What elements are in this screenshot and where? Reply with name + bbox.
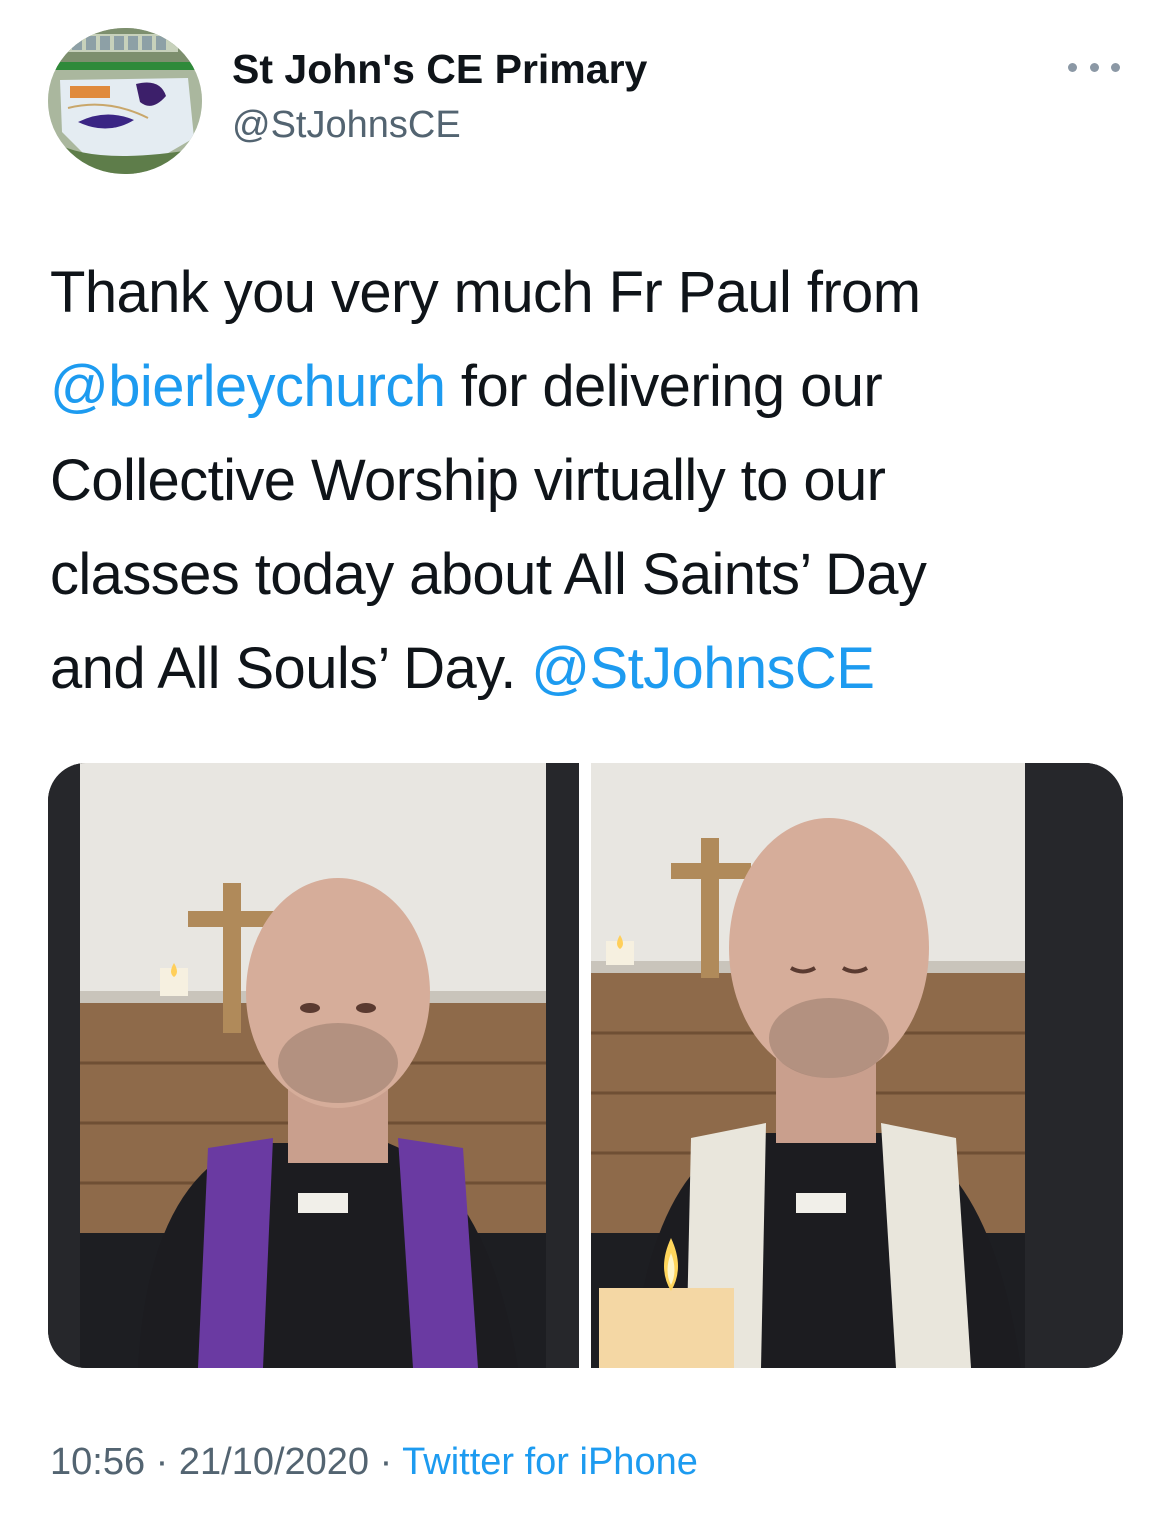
photo-priest-purple-stole[interactable] bbox=[48, 763, 579, 1368]
tweet-source-link[interactable]: Twitter for iPhone bbox=[402, 1441, 698, 1483]
media-grid bbox=[48, 763, 1123, 1368]
tweet-text-line: Collective Worship virtually to our bbox=[50, 448, 886, 513]
author-display-name[interactable]: St John's CE Primary bbox=[232, 46, 647, 93]
author-handle[interactable]: @StJohnsCE bbox=[232, 104, 461, 147]
tweet-text-line: classes today about All Saints’ Day bbox=[50, 542, 927, 607]
tweet-time[interactable]: 10:56 bbox=[50, 1441, 145, 1483]
photo-image bbox=[48, 763, 579, 1368]
tweet-text: Thank you very much Fr Paul from @bierle… bbox=[50, 246, 1130, 716]
meta-separator: · bbox=[369, 1441, 403, 1483]
tweet: St John's CE Primary @StJohnsCE Thank yo… bbox=[0, 0, 1170, 1517]
mention-link-stjohnsce[interactable]: @StJohnsCE bbox=[531, 636, 875, 701]
meta-separator: · bbox=[145, 1441, 179, 1483]
tweet-meta: 10:56 · 21/10/2020 · Twitter for iPhone bbox=[50, 1441, 698, 1484]
tweet-text-line: and All Souls’ Day. @StJohnsCE bbox=[50, 622, 1130, 716]
photo-priest-white-stole[interactable] bbox=[591, 763, 1123, 1368]
tweet-text-segment: and All Souls’ Day. bbox=[50, 636, 532, 701]
more-options-button[interactable] bbox=[1064, 52, 1124, 82]
tweet-text-line: Thank you very much Fr Paul from bbox=[50, 260, 921, 325]
tweet-text-segment: for delivering our bbox=[445, 354, 883, 419]
avatar[interactable] bbox=[48, 28, 202, 174]
school-badge-avatar-icon bbox=[48, 28, 202, 174]
photo-image bbox=[591, 763, 1123, 1368]
tweet-date[interactable]: 21/10/2020 bbox=[179, 1441, 369, 1483]
tweet-text-line: @bierleychurch for delivering our bbox=[50, 340, 1130, 434]
more-dots-icon bbox=[1111, 62, 1120, 72]
more-dots-icon bbox=[1089, 62, 1099, 72]
mention-link-bierleychurch[interactable]: @bierleychurch bbox=[50, 354, 446, 419]
more-dots-icon bbox=[1068, 62, 1077, 72]
